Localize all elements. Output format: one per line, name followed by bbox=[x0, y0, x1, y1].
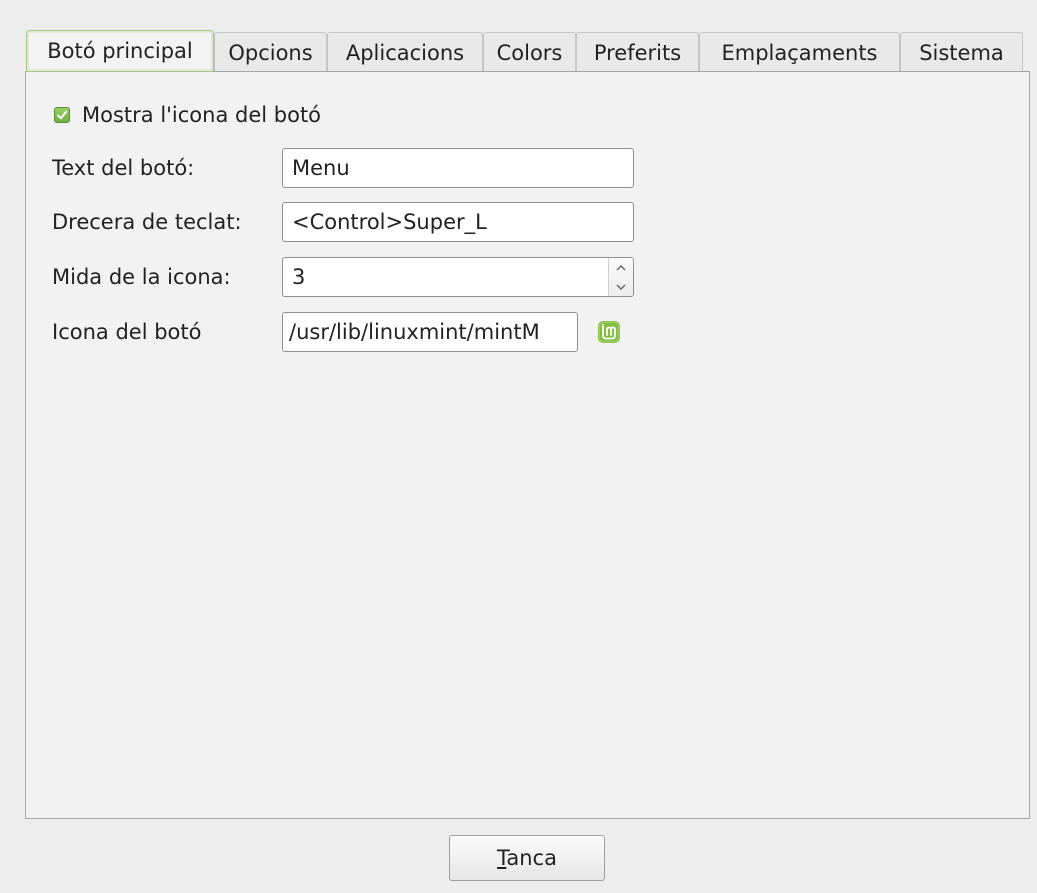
button-text-value: Menu bbox=[292, 156, 350, 180]
icon-size-label: Mida de la icona: bbox=[52, 264, 231, 289]
checkmark-icon bbox=[57, 110, 67, 120]
tab-preferits[interactable]: Preferits bbox=[576, 32, 699, 72]
tab-opcions[interactable]: Opcions bbox=[214, 32, 327, 72]
tab-boto-principal[interactable]: Botó principal bbox=[26, 30, 214, 72]
button-text-label: Text del botó: bbox=[52, 155, 195, 180]
close-button[interactable]: Tanca bbox=[449, 835, 605, 881]
close-button-mnemonic: T bbox=[497, 846, 507, 870]
close-button-label-rest: anca bbox=[506, 846, 557, 870]
show-icon-row[interactable]: Mostra l'icona del botó bbox=[54, 100, 321, 130]
chevron-up-icon bbox=[616, 264, 626, 270]
icon-size-row: Mida de la icona: 3 bbox=[52, 256, 634, 298]
tab-label: Opcions bbox=[228, 40, 313, 65]
icon-size-spin-buttons bbox=[608, 258, 633, 296]
tab-emplacaments[interactable]: Emplaçaments bbox=[699, 32, 900, 72]
tab-label: Botó principal bbox=[47, 39, 193, 63]
shortcut-value: <Control>Super_L bbox=[292, 210, 487, 234]
button-text-row: Text del botó: Menu bbox=[52, 147, 634, 189]
settings-panel: Mostra l'icona del botó Text del botó: M… bbox=[25, 71, 1030, 819]
close-button-label: Tanca bbox=[497, 846, 557, 870]
increment-button[interactable] bbox=[609, 258, 633, 277]
button-icon-path-input[interactable]: /usr/lib/linuxmint/mintM bbox=[282, 312, 578, 352]
button-icon-path-value: /usr/lib/linuxmint/mintM bbox=[289, 320, 540, 344]
tab-aplicacions[interactable]: Aplicacions bbox=[327, 32, 483, 72]
show-icon-checkbox[interactable] bbox=[54, 107, 70, 123]
button-icon-label: Icona del botó bbox=[52, 319, 202, 344]
chevron-down-icon bbox=[616, 284, 626, 290]
shortcut-input[interactable]: <Control>Super_L bbox=[282, 202, 634, 242]
show-icon-label: Mostra l'icona del botó bbox=[82, 103, 322, 127]
button-icon-picker[interactable] bbox=[596, 319, 622, 345]
decrement-button[interactable] bbox=[609, 277, 633, 296]
button-icon-row: Icona del botó /usr/lib/linuxmint/mintM bbox=[52, 311, 622, 353]
tab-bar: Botó principal Opcions Aplicacions Color… bbox=[26, 30, 1030, 72]
tab-colors[interactable]: Colors bbox=[483, 32, 576, 72]
icon-size-stepper[interactable]: 3 bbox=[282, 257, 634, 297]
tab-label: Preferits bbox=[593, 40, 682, 65]
tab-label: Colors bbox=[496, 40, 563, 65]
tab-sistema[interactable]: Sistema bbox=[900, 32, 1023, 72]
shortcut-label: Drecera de teclat: bbox=[52, 209, 242, 234]
button-text-input[interactable]: Menu bbox=[282, 148, 634, 188]
icon-size-value[interactable]: 3 bbox=[283, 258, 608, 296]
tab-label: Sistema bbox=[919, 40, 1004, 65]
linux-mint-icon bbox=[598, 321, 620, 343]
shortcut-row: Drecera de teclat: <Control>Super_L bbox=[52, 201, 634, 243]
tab-label: Aplicacions bbox=[345, 40, 465, 65]
tab-label: Emplaçaments bbox=[721, 40, 878, 65]
